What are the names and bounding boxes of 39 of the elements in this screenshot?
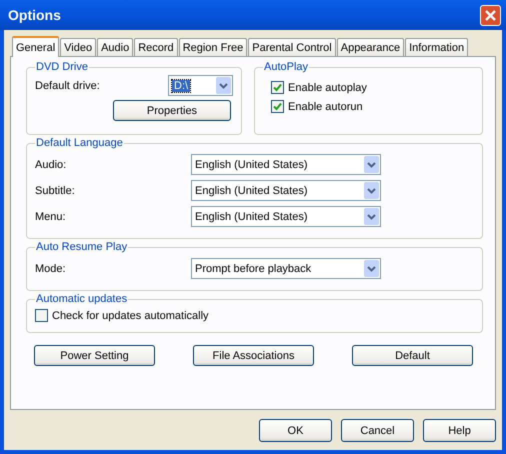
- tab[interactable]: Information: [405, 38, 468, 56]
- window-title: Options: [8, 7, 61, 23]
- group-title: Auto Resume Play: [35, 241, 128, 253]
- checkbox-label: Enable autoplay: [288, 82, 367, 94]
- group-title: AutoPlay: [263, 61, 310, 73]
- language-dropdown[interactable]: English (United States): [191, 180, 381, 201]
- group-title: DVD Drive: [35, 61, 89, 73]
- tab[interactable]: Parental Control: [248, 38, 336, 56]
- tab[interactable]: Appearance: [336, 38, 404, 56]
- dialog-button[interactable]: Help: [423, 419, 496, 442]
- properties-button[interactable]: Properties: [113, 100, 231, 121]
- tab[interactable]: Record: [134, 38, 178, 56]
- field-label: Mode:: [35, 262, 67, 274]
- checkbox-label: Enable autorun: [288, 100, 363, 112]
- field-label: Default drive:: [35, 80, 101, 92]
- dialog-button[interactable]: OK: [259, 419, 332, 442]
- close-icon: [484, 8, 497, 22]
- language-dropdown[interactable]: English (United States): [191, 154, 381, 175]
- close-button[interactable]: [480, 4, 501, 26]
- field-label: Subtitle:: [35, 184, 76, 196]
- drive-dropdown[interactable]: D:\: [168, 75, 233, 96]
- language-dropdown[interactable]: English (United States): [191, 206, 381, 227]
- group-title: Default Language: [35, 137, 124, 149]
- tab[interactable]: Region Free: [178, 38, 248, 56]
- panel-button[interactable]: Power Setting: [34, 345, 155, 366]
- dialog-button[interactable]: Cancel: [341, 419, 414, 442]
- panel-button[interactable]: File Associations: [193, 345, 314, 366]
- checkbox[interactable]: [271, 81, 284, 94]
- checkbox[interactable]: [271, 100, 284, 113]
- checkbox-label: Check for updates automatically: [52, 310, 209, 322]
- panel-button[interactable]: Default: [352, 345, 473, 366]
- field-label: Menu:: [35, 210, 67, 222]
- checkbox[interactable]: [35, 309, 48, 322]
- field-label: Audio:: [35, 158, 68, 170]
- group-title: Automatic updates: [35, 293, 128, 305]
- tab[interactable]: Audio: [97, 38, 134, 56]
- tab[interactable]: General: [12, 36, 60, 57]
- mode-dropdown[interactable]: Prompt before playback: [191, 258, 381, 279]
- tab[interactable]: Video: [60, 38, 96, 56]
